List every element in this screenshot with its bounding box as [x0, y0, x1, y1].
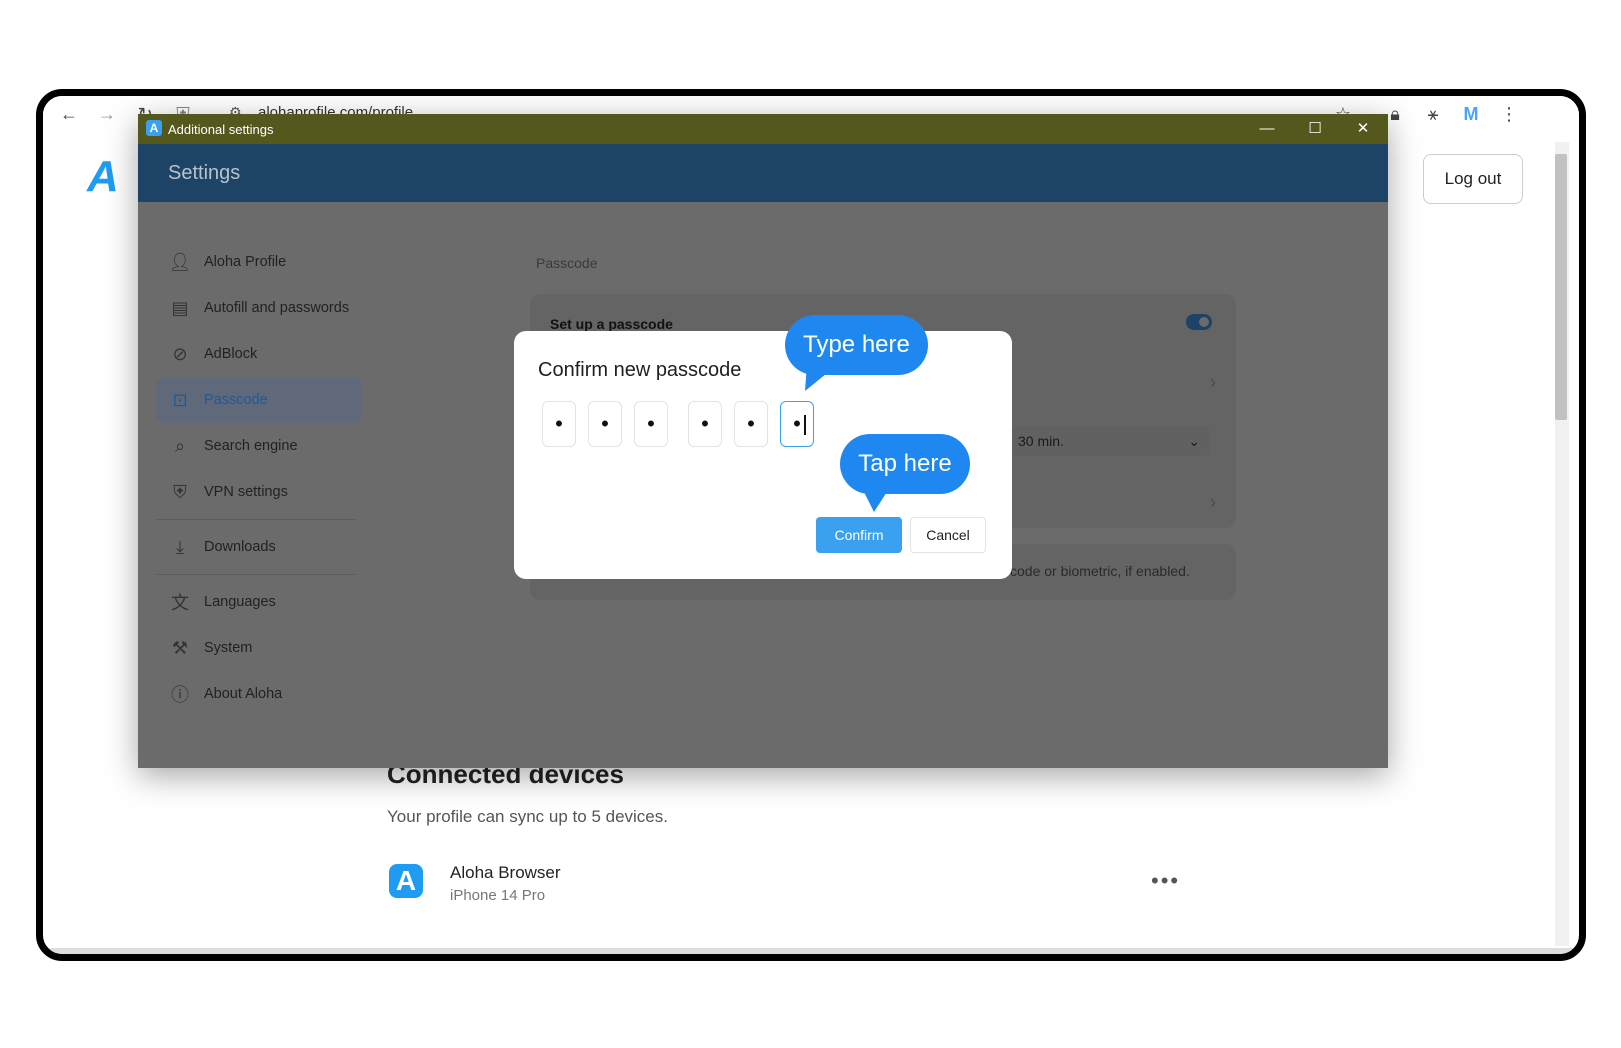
maximize-button[interactable]: ☐ — [1300, 118, 1330, 140]
passcode-digit-6[interactable]: • — [780, 401, 814, 447]
nav-label: Autofill and passwords — [204, 300, 350, 316]
passcode-digit-4[interactable]: • — [688, 401, 722, 447]
callout-tail — [805, 365, 837, 391]
menu-icon[interactable]: ⋮ — [1497, 102, 1521, 126]
aloha-app-icon: A — [389, 864, 423, 898]
nav-divider — [156, 574, 356, 575]
autofill-icon: ▤ — [171, 297, 189, 318]
nav-item-vpn[interactable]: ⛨ VPN settings — [156, 469, 362, 515]
window-title: Additional settings — [168, 122, 274, 137]
info-icon: ⓘ — [171, 685, 189, 705]
nav-item-system[interactable]: ⚒ System — [156, 625, 362, 671]
setup-passcode-label: Set up a passcode — [550, 316, 673, 332]
nav-item-aloha-profile[interactable]: 👤︎ Aloha Profile — [156, 239, 362, 285]
download-icon: ⤓ — [176, 536, 184, 557]
settings-nav: 👤︎ Aloha Profile ▤ Autofill and passwords … — [156, 239, 362, 717]
forward-icon[interactable]: → — [95, 102, 119, 126]
close-button[interactable]: ✕ — [1348, 118, 1378, 140]
callout-tail — [860, 484, 892, 512]
user-icon: 👤︎ — [168, 251, 192, 272]
nav-item-adblock[interactable]: ⊘ AdBlock — [156, 331, 362, 377]
passcode-icon: ⊡ — [172, 389, 188, 410]
nav-item-languages[interactable]: 文 Languages — [156, 579, 362, 625]
nav-label: Search engine — [204, 438, 298, 454]
passcode-digit-5[interactable]: • — [734, 401, 768, 447]
search-icon: ⌕ — [174, 435, 186, 456]
settings-header: Settings — [138, 144, 1388, 202]
nav-item-autofill[interactable]: ▤ Autofill and passwords — [156, 285, 362, 331]
confirm-button[interactable]: Confirm — [816, 517, 902, 553]
languages-icon: 文 — [171, 593, 189, 613]
profile-avatar[interactable]: M — [1459, 102, 1483, 126]
nav-divider — [156, 519, 356, 520]
minimize-button[interactable]: — — [1252, 118, 1282, 140]
extension-icon[interactable]: ⚹ — [1421, 102, 1445, 126]
nav-label: Aloha Profile — [204, 254, 287, 270]
nav-label: System — [204, 640, 253, 656]
tap-here-callout: Tap here — [840, 434, 970, 512]
aloha-logo[interactable]: A — [87, 152, 119, 202]
more-options-icon[interactable]: ••• — [1151, 868, 1180, 894]
nav-label: About Aloha — [204, 686, 283, 702]
chevron-right-icon[interactable]: › — [1210, 492, 1216, 513]
scrollbar-thumb[interactable] — [1555, 154, 1567, 420]
adblock-icon: ⊘ — [172, 343, 188, 364]
horizontal-scrollbar[interactable] — [43, 948, 1579, 954]
passcode-note: code or biometric, if enabled. — [1010, 563, 1190, 579]
lock-timeout-select[interactable]: 30 min. ⌄ — [1010, 426, 1210, 456]
passcode-digit-3[interactable]: • — [634, 401, 668, 447]
nav-item-search-engine[interactable]: ⌕ Search engine — [156, 423, 362, 469]
nav-item-downloads[interactable]: ⤓ Downloads — [156, 524, 362, 570]
chevron-down-icon: ⌄ — [1188, 433, 1200, 449]
setup-passcode-toggle[interactable] — [1186, 314, 1212, 330]
chevron-right-icon[interactable]: › — [1210, 372, 1216, 393]
devices-subtitle: Your profile can sync up to 5 devices. — [387, 807, 668, 826]
system-icon: ⚒ — [171, 637, 189, 658]
type-here-callout: Type here — [785, 315, 928, 391]
window-titlebar: A Additional settings — ☐ ✕ — [138, 114, 1388, 144]
nav-label: Languages — [204, 594, 276, 610]
device-name: Aloha Browser — [450, 863, 561, 882]
logout-button[interactable]: Log out — [1423, 154, 1523, 204]
nav-item-about[interactable]: ⓘ About Aloha — [156, 671, 362, 717]
passcode-digit-2[interactable]: • — [588, 401, 622, 447]
tap-here-text: Tap here — [858, 450, 952, 477]
passcode-digit-1[interactable]: • — [542, 401, 576, 447]
dialog-title: Confirm new passcode — [538, 359, 742, 381]
nav-label: AdBlock — [204, 346, 258, 362]
cancel-button[interactable]: Cancel — [910, 517, 986, 553]
lock-timeout-value: 30 min. — [1018, 433, 1064, 449]
nav-label: Downloads — [204, 539, 276, 555]
nav-label: VPN settings — [204, 484, 288, 500]
section-title: Passcode — [536, 255, 598, 271]
type-here-text: Type here — [803, 331, 910, 358]
device-model: iPhone 14 Pro — [450, 887, 546, 904]
vpn-icon: ⛨ — [173, 481, 187, 502]
nav-item-passcode[interactable]: ⊡ Passcode — [156, 377, 362, 423]
back-icon[interactable]: ← — [57, 102, 81, 126]
app-icon: A — [146, 120, 162, 136]
settings-title: Settings — [168, 162, 241, 184]
nav-label: Passcode — [204, 392, 268, 408]
